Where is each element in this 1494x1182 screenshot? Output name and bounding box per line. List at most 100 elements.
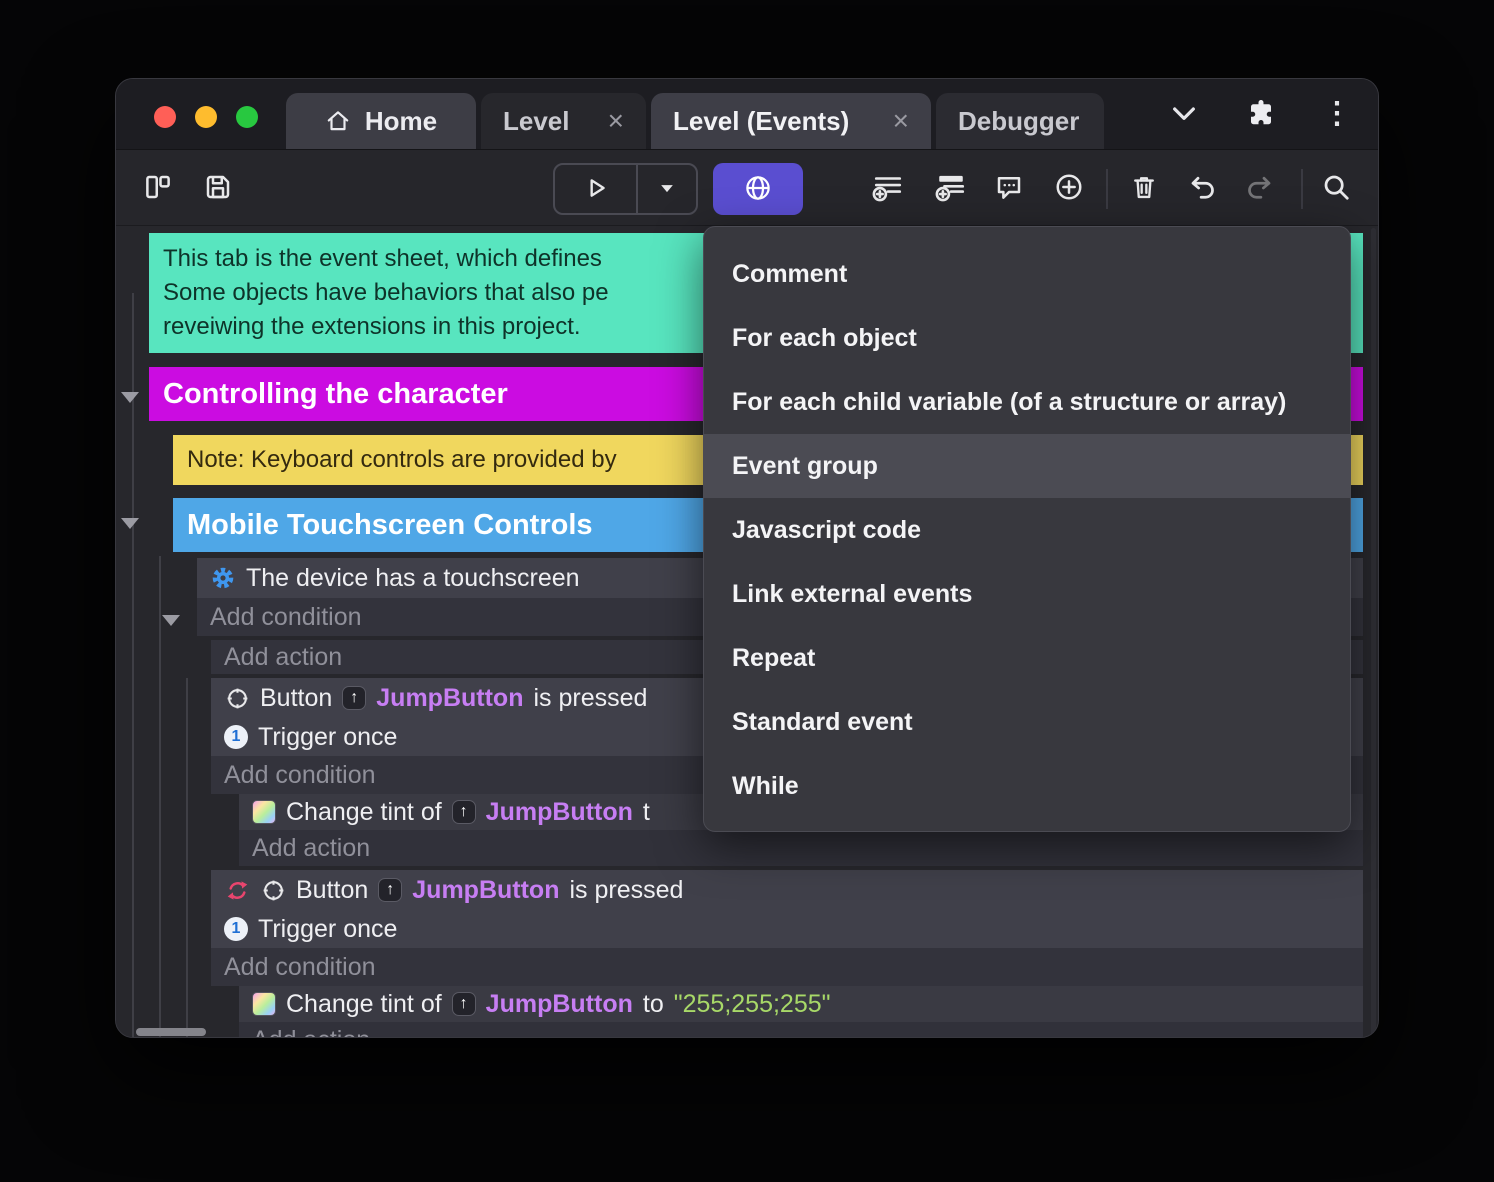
preview-play-button[interactable]: [555, 165, 636, 213]
condition-row[interactable]: 1 Trigger once: [211, 910, 1363, 948]
remote-preview-button[interactable]: [713, 163, 803, 215]
note-text: Note: Keyboard controls are provided by: [187, 446, 617, 473]
add-event-button[interactable]: [866, 150, 910, 227]
undo-button[interactable]: [1181, 150, 1225, 227]
jumpbutton-icon: ↑: [378, 878, 403, 902]
add-action-link[interactable]: Add action: [239, 830, 1363, 866]
tab-home[interactable]: Home: [286, 93, 476, 149]
menu-item-repeat[interactable]: Repeat: [704, 626, 1350, 690]
preview-options-button[interactable]: [638, 165, 696, 213]
divider: [1301, 169, 1303, 209]
add-condition-link[interactable]: Add condition: [211, 948, 1363, 986]
tint-color-icon: [252, 992, 276, 1016]
minimize-window-button[interactable]: [195, 106, 217, 128]
menu-item-while[interactable]: While: [704, 754, 1350, 818]
chevron-down-icon: [1168, 97, 1200, 132]
redo-button[interactable]: [1237, 150, 1281, 227]
condition-text: Trigger once: [258, 914, 398, 943]
condition-row[interactable]: Button ↑ JumpButton is pressed: [211, 870, 1363, 910]
close-window-button[interactable]: [154, 106, 176, 128]
home-icon: [325, 108, 351, 134]
add-event-icon: [871, 171, 905, 206]
instance-name: JumpButton: [376, 683, 524, 712]
tab-label: Level (Events): [673, 105, 850, 136]
button-object-icon: [224, 685, 250, 711]
action-text: to: [642, 989, 664, 1018]
tab-debugger[interactable]: Debugger: [936, 93, 1104, 149]
condition-text: Trigger once: [258, 722, 398, 751]
collapse-group-toggle[interactable]: [121, 392, 139, 403]
trigger-once-icon: 1: [224, 917, 248, 941]
redo-icon: [1244, 172, 1274, 205]
action-value: "255;255;255": [673, 989, 831, 1018]
jumpbutton-icon: ↑: [451, 992, 476, 1016]
vertical-scrollbar-track[interactable]: [1371, 228, 1376, 1035]
system-gear-icon: [210, 565, 236, 591]
comment-bubble-icon: [994, 172, 1024, 205]
search-button[interactable]: [1314, 150, 1358, 227]
object-name: Button: [296, 875, 369, 904]
action-text: t: [642, 797, 650, 826]
jumpbutton-icon: ↑: [451, 800, 476, 824]
add-action-button[interactable]: [1047, 150, 1091, 227]
undo-icon: [1188, 172, 1218, 205]
zoom-window-button[interactable]: [236, 106, 258, 128]
add-comment-button[interactable]: [987, 150, 1031, 227]
condition-text: The device has a touchscreen: [246, 563, 580, 592]
titlebar-actions: ⋮: [1168, 79, 1352, 149]
object-name: Button: [260, 683, 333, 712]
add-event-context-menu: Comment For each object For each child v…: [703, 226, 1351, 832]
tab-list-button[interactable]: [1168, 97, 1200, 132]
add-subevent-icon: [934, 171, 968, 206]
tab-bar: Home Level × Level (Events) × Debugger: [286, 93, 1104, 149]
tint-color-icon: [252, 800, 276, 824]
action-row[interactable]: Change tint of ↑ JumpButton to "255;255;…: [239, 986, 1363, 1022]
menu-item-comment[interactable]: Comment: [704, 242, 1350, 306]
titlebar: Home Level × Level (Events) × Debugger ⋮: [116, 79, 1378, 149]
layout-view-button[interactable]: [136, 150, 180, 227]
toolbar: [116, 149, 1378, 226]
menu-item-standard-event[interactable]: Standard event: [704, 690, 1350, 754]
tab-label: Debugger: [958, 105, 1080, 136]
instance-name: JumpButton: [485, 797, 633, 826]
add-subevent-button[interactable]: [929, 150, 973, 227]
layout-panes-icon: [143, 172, 173, 205]
jumpbutton-icon: ↑: [342, 686, 367, 710]
event-block-jumpbutton-pressed-2: Button ↑ JumpButton is pressed 1 Trigger…: [211, 870, 1363, 986]
collapse-event-toggle[interactable]: [162, 615, 180, 626]
action-text: Change tint of: [286, 989, 442, 1018]
menu-item-for-each-child-variable[interactable]: For each child variable (of a structure …: [704, 370, 1350, 434]
menu-item-javascript-code[interactable]: Javascript code: [704, 498, 1350, 562]
save-icon: [203, 172, 233, 205]
menu-item-link-external-events[interactable]: Link external events: [704, 562, 1350, 626]
indent-guide: [159, 556, 161, 1037]
indent-guide: [186, 678, 188, 1037]
delete-button[interactable]: [1122, 150, 1166, 227]
condition-text: is pressed: [569, 875, 684, 904]
horizontal-scrollbar-thumb[interactable]: [136, 1028, 206, 1036]
menu-item-event-group[interactable]: Event group: [704, 434, 1350, 498]
app-window: Home Level × Level (Events) × Debugger ⋮…: [115, 78, 1379, 1038]
action-text: Change tint of: [286, 797, 442, 826]
action-block: Change tint of ↑ JumpButton to "255;255;…: [239, 986, 1363, 1037]
tab-level-events[interactable]: Level (Events) ×: [651, 93, 931, 149]
tab-label: Level: [503, 105, 570, 136]
main-menu-button[interactable]: ⋮: [1322, 99, 1352, 129]
addons-button[interactable]: [1246, 98, 1276, 131]
save-button[interactable]: [196, 150, 240, 227]
close-tab-icon[interactable]: ×: [893, 107, 909, 135]
collapse-group-toggle[interactable]: [121, 518, 139, 529]
add-action-link[interactable]: Add action: [239, 1022, 1363, 1037]
trash-icon: [1130, 173, 1158, 204]
menu-item-for-each-object[interactable]: For each object: [704, 306, 1350, 370]
divider: [1106, 169, 1108, 209]
indent-guide: [132, 293, 134, 1037]
group-title: Mobile Touchscreen Controls: [187, 508, 593, 541]
tab-level[interactable]: Level ×: [481, 93, 646, 149]
puzzle-icon: [1246, 98, 1276, 131]
cycle-arrows-icon: [224, 877, 250, 903]
globe-icon: [743, 173, 773, 206]
close-tab-icon[interactable]: ×: [608, 107, 624, 135]
group-title: Controlling the character: [163, 377, 508, 410]
condition-text: is pressed: [533, 683, 648, 712]
